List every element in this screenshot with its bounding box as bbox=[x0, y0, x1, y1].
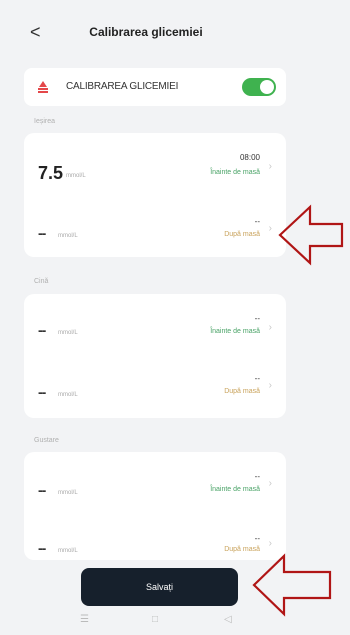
header: < Calibrarea glicemiei bbox=[0, 22, 292, 52]
chevron-right-icon: › bbox=[268, 538, 272, 549]
meal-label: Înainte de masă bbox=[210, 328, 260, 335]
glucose-value: -- bbox=[38, 322, 46, 338]
reading-row[interactable]: -- mmol/L -- După masă › bbox=[24, 354, 286, 414]
meal-label: După masă bbox=[224, 231, 260, 238]
home-icon[interactable]: □ bbox=[152, 614, 158, 625]
glucose-value: -- bbox=[38, 225, 46, 241]
section-label-2: Cină bbox=[34, 278, 49, 285]
section-label-3: Gustare bbox=[34, 437, 59, 444]
meal-label: Înainte de masă bbox=[210, 486, 260, 493]
meal-label: Înainte de masă bbox=[210, 169, 260, 176]
time-label: -- bbox=[254, 534, 260, 543]
chevron-right-icon: › bbox=[268, 478, 272, 489]
calibration-switch[interactable] bbox=[242, 78, 276, 96]
toggle-label: CALIBRAREA GLICEMIEI bbox=[66, 81, 179, 92]
meal-label: După masă bbox=[224, 388, 260, 395]
time-label: -- bbox=[254, 217, 260, 226]
reading-row[interactable]: -- mmol/L -- După masă › bbox=[24, 193, 286, 253]
switch-knob bbox=[260, 80, 274, 94]
section-card-1: 7.5 mmol/L 08:00 Înainte de masă › -- mm… bbox=[24, 133, 286, 257]
back-nav-icon[interactable]: ◁ bbox=[224, 614, 232, 625]
time-label: -- bbox=[254, 472, 260, 481]
glucose-value: -- bbox=[38, 384, 46, 400]
unit-label: mmol/L bbox=[58, 548, 78, 554]
section-label-1: Ieșirea bbox=[34, 118, 56, 125]
annotation-arrow-icon bbox=[278, 204, 344, 266]
chevron-right-icon: › bbox=[268, 161, 272, 172]
phone-screen: < Calibrarea glicemiei CALIBRAREA GLICEM… bbox=[0, 0, 292, 635]
unit-label: mmol/L bbox=[58, 233, 78, 239]
reading-row[interactable]: -- mmol/L -- Înainte de masă › bbox=[24, 294, 286, 354]
annotation-arrow-icon bbox=[252, 553, 332, 617]
section-card-3: -- mmol/L -- Înainte de masă › -- mmol/L… bbox=[24, 452, 286, 560]
unit-label: mmol/L bbox=[58, 330, 78, 336]
unit-label: mmol/L bbox=[66, 173, 86, 179]
chevron-right-icon: › bbox=[268, 380, 272, 391]
reading-row[interactable]: -- mmol/L -- Înainte de masă › bbox=[24, 452, 286, 512]
reading-row[interactable]: 7.5 mmol/L 08:00 Înainte de masă › bbox=[24, 133, 286, 193]
app-logo-icon bbox=[38, 81, 48, 93]
time-label: -- bbox=[254, 374, 260, 383]
time-label: 08:00 bbox=[239, 153, 260, 162]
unit-label: mmol/L bbox=[58, 392, 78, 398]
menu-icon[interactable]: ☰ bbox=[80, 614, 89, 625]
time-label: -- bbox=[254, 314, 260, 323]
glucose-value: 7.5 bbox=[38, 163, 64, 183]
chevron-right-icon: › bbox=[268, 223, 272, 234]
section-card-2: -- mmol/L -- Înainte de masă › -- mmol/L… bbox=[24, 294, 286, 418]
system-nav-bar: ☰ □ ◁ bbox=[0, 612, 292, 632]
reading-row[interactable]: -- mmol/L -- După masă › bbox=[24, 512, 286, 560]
unit-label: mmol/L bbox=[58, 490, 78, 496]
glucose-value: -- bbox=[38, 540, 46, 556]
calibration-toggle-card: CALIBRAREA GLICEMIEI bbox=[24, 68, 286, 106]
chevron-right-icon: › bbox=[268, 322, 272, 333]
save-button[interactable]: Salvați bbox=[81, 568, 238, 606]
glucose-value: -- bbox=[38, 482, 46, 498]
page-title: Calibrarea glicemiei bbox=[89, 25, 203, 39]
